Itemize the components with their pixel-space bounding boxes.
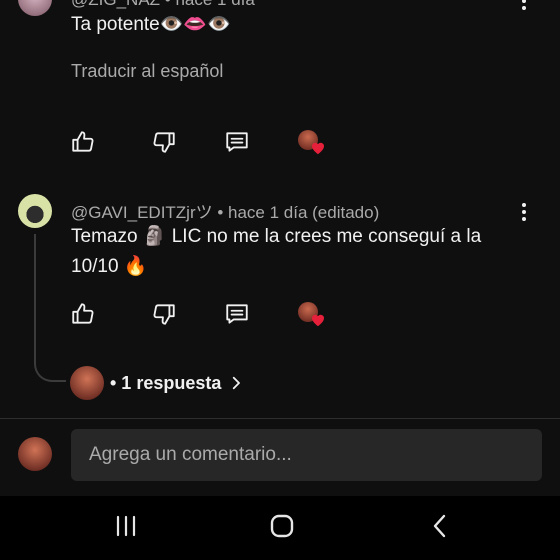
thread-connector-line (34, 234, 66, 382)
thumbs-down-icon (153, 304, 175, 325)
view-replies-button[interactable]: • 1 respuesta (70, 365, 245, 401)
reply-avatar (70, 366, 104, 400)
comment-1-creator-heart (298, 130, 328, 158)
comment-2-dislike-button[interactable] (149, 299, 179, 329)
system-navigation-bar (0, 496, 560, 560)
comment-2-text-line1: Temazo 🗿 LIC no me la crees me conseguí … (71, 226, 482, 247)
comment-2-author-meta[interactable]: @GAVI_EDITZjrツ • hace 1 día (editado) (71, 198, 379, 223)
comment-2-creator-heart (298, 302, 328, 330)
add-comment-placeholder: Agrega un comentario... (89, 444, 292, 465)
replies-count-label: • 1 respuesta (110, 372, 222, 393)
comment-2-avatar[interactable] (18, 194, 52, 228)
current-user-avatar (18, 437, 52, 471)
add-comment-input[interactable]: Agrega un comentario... (71, 429, 542, 481)
recents-button[interactable] (106, 508, 146, 544)
thumbs-up-icon (72, 131, 94, 152)
comment-1-text: Ta potente👁️👄👁️ (71, 14, 231, 35)
back-icon (433, 514, 446, 538)
comment-2-text-line2: 10/10 🔥 (71, 256, 148, 277)
thumbs-up-icon (72, 303, 94, 324)
comment-1-like-button[interactable] (68, 127, 98, 157)
thumbs-down-icon (153, 132, 175, 153)
recents-icon (116, 515, 136, 537)
chevron-right-icon (233, 376, 241, 390)
comment-1-dislike-button[interactable] (149, 127, 179, 157)
home-button[interactable] (262, 508, 302, 544)
comment-1-more-button[interactable] (514, 0, 534, 14)
comment-2-more-button[interactable] (514, 199, 534, 225)
home-icon (270, 514, 294, 538)
creator-heart-icon (312, 314, 324, 327)
comment-2-like-button[interactable] (68, 299, 98, 329)
comment-1-reply-button[interactable] (222, 127, 252, 157)
comment-icon (226, 132, 248, 152)
comment-icon (226, 304, 248, 324)
translate-link[interactable]: Traducir al español (71, 61, 223, 82)
creator-heart-icon (312, 142, 324, 155)
composer-divider (0, 418, 560, 419)
comment-1-avatar[interactable] (18, 0, 52, 16)
comment-2-reply-button[interactable] (222, 299, 252, 329)
comment-1-author-meta[interactable]: @ZIG_NAZ • hace 1 día (71, 0, 255, 10)
back-button[interactable] (420, 508, 460, 544)
